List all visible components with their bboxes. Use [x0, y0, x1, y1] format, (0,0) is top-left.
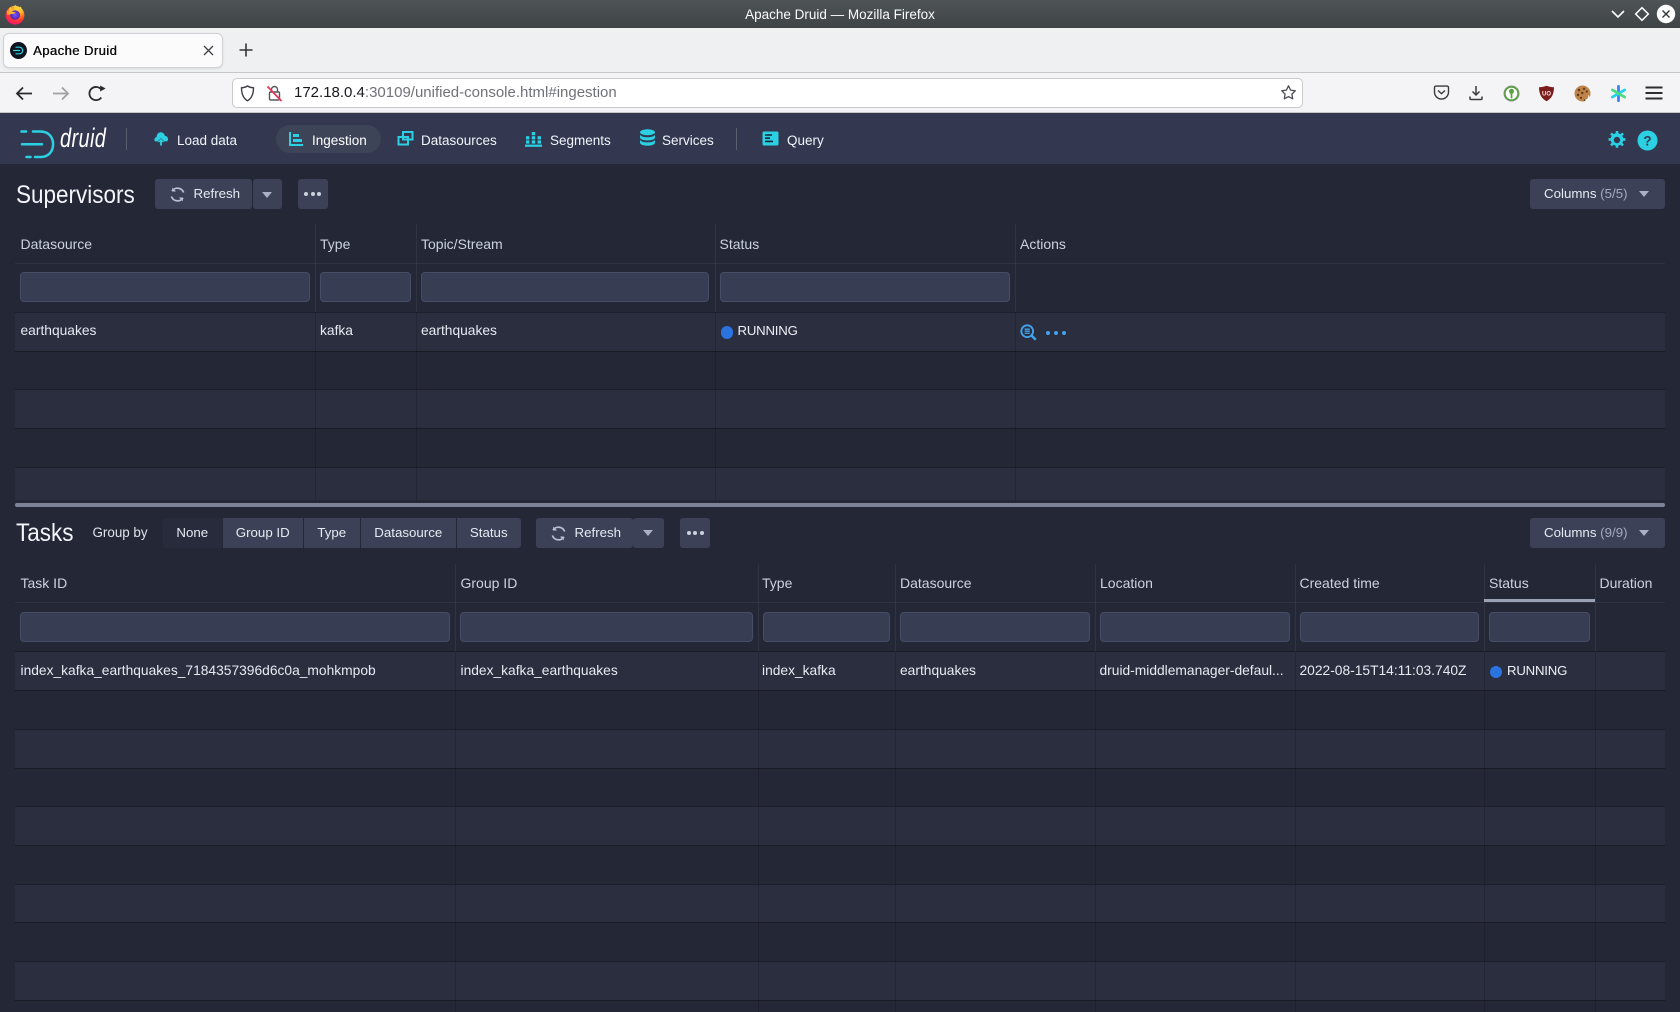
svg-text:?: ?: [1643, 133, 1651, 148]
svg-text:UO: UO: [1542, 91, 1551, 97]
